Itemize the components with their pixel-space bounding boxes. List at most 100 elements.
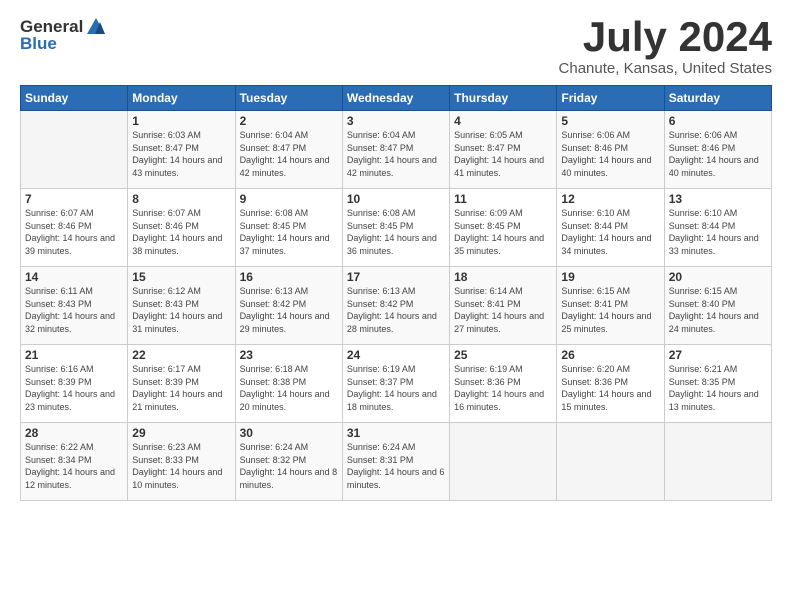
day-info: Sunrise: 6:21 AMSunset: 8:35 PMDaylight:… <box>669 363 767 413</box>
day-number: 13 <box>669 192 767 206</box>
day-number: 12 <box>561 192 659 206</box>
calendar-cell: 17Sunrise: 6:13 AMSunset: 8:42 PMDayligh… <box>342 267 449 345</box>
day-info: Sunrise: 6:18 AMSunset: 8:38 PMDaylight:… <box>240 363 338 413</box>
day-info: Sunrise: 6:07 AMSunset: 8:46 PMDaylight:… <box>25 207 123 257</box>
calendar-cell: 31Sunrise: 6:24 AMSunset: 8:31 PMDayligh… <box>342 423 449 501</box>
calendar-cell: 4Sunrise: 6:05 AMSunset: 8:47 PMDaylight… <box>450 111 557 189</box>
col-wednesday: Wednesday <box>342 86 449 111</box>
calendar-week-3: 14Sunrise: 6:11 AMSunset: 8:43 PMDayligh… <box>21 267 772 345</box>
col-tuesday: Tuesday <box>235 86 342 111</box>
calendar-week-1: 1Sunrise: 6:03 AMSunset: 8:47 PMDaylight… <box>21 111 772 189</box>
day-info: Sunrise: 6:24 AMSunset: 8:31 PMDaylight:… <box>347 441 445 491</box>
day-info: Sunrise: 6:07 AMSunset: 8:46 PMDaylight:… <box>132 207 230 257</box>
day-number: 3 <box>347 114 445 128</box>
calendar-cell: 21Sunrise: 6:16 AMSunset: 8:39 PMDayligh… <box>21 345 128 423</box>
day-info: Sunrise: 6:19 AMSunset: 8:37 PMDaylight:… <box>347 363 445 413</box>
calendar-title: July 2024 <box>559 16 772 58</box>
day-number: 23 <box>240 348 338 362</box>
day-number: 31 <box>347 426 445 440</box>
calendar-cell: 11Sunrise: 6:09 AMSunset: 8:45 PMDayligh… <box>450 189 557 267</box>
calendar-cell: 25Sunrise: 6:19 AMSunset: 8:36 PMDayligh… <box>450 345 557 423</box>
calendar-cell: 15Sunrise: 6:12 AMSunset: 8:43 PMDayligh… <box>128 267 235 345</box>
calendar-cell <box>664 423 771 501</box>
day-info: Sunrise: 6:06 AMSunset: 8:46 PMDaylight:… <box>669 129 767 179</box>
day-info: Sunrise: 6:13 AMSunset: 8:42 PMDaylight:… <box>347 285 445 335</box>
day-number: 16 <box>240 270 338 284</box>
day-info: Sunrise: 6:14 AMSunset: 8:41 PMDaylight:… <box>454 285 552 335</box>
day-info: Sunrise: 6:20 AMSunset: 8:36 PMDaylight:… <box>561 363 659 413</box>
calendar-week-4: 21Sunrise: 6:16 AMSunset: 8:39 PMDayligh… <box>21 345 772 423</box>
calendar-cell <box>557 423 664 501</box>
day-number: 19 <box>561 270 659 284</box>
calendar-cell <box>450 423 557 501</box>
calendar-cell: 24Sunrise: 6:19 AMSunset: 8:37 PMDayligh… <box>342 345 449 423</box>
day-number: 18 <box>454 270 552 284</box>
day-number: 30 <box>240 426 338 440</box>
day-number: 1 <box>132 114 230 128</box>
day-info: Sunrise: 6:04 AMSunset: 8:47 PMDaylight:… <box>240 129 338 179</box>
page: General Blue July 2024 Chanute, Kansas, … <box>0 0 792 612</box>
day-info: Sunrise: 6:15 AMSunset: 8:41 PMDaylight:… <box>561 285 659 335</box>
day-info: Sunrise: 6:16 AMSunset: 8:39 PMDaylight:… <box>25 363 123 413</box>
calendar-cell: 10Sunrise: 6:08 AMSunset: 8:45 PMDayligh… <box>342 189 449 267</box>
calendar-cell: 13Sunrise: 6:10 AMSunset: 8:44 PMDayligh… <box>664 189 771 267</box>
title-section: July 2024 Chanute, Kansas, United States <box>559 16 772 77</box>
day-number: 15 <box>132 270 230 284</box>
day-number: 22 <box>132 348 230 362</box>
day-info: Sunrise: 6:08 AMSunset: 8:45 PMDaylight:… <box>240 207 338 257</box>
logo-icon <box>85 16 107 38</box>
calendar-cell: 6Sunrise: 6:06 AMSunset: 8:46 PMDaylight… <box>664 111 771 189</box>
day-info: Sunrise: 6:22 AMSunset: 8:34 PMDaylight:… <box>25 441 123 491</box>
logo: General Blue <box>20 16 107 54</box>
calendar-cell: 28Sunrise: 6:22 AMSunset: 8:34 PMDayligh… <box>21 423 128 501</box>
col-saturday: Saturday <box>664 86 771 111</box>
day-info: Sunrise: 6:23 AMSunset: 8:33 PMDaylight:… <box>132 441 230 491</box>
calendar-cell: 12Sunrise: 6:10 AMSunset: 8:44 PMDayligh… <box>557 189 664 267</box>
day-info: Sunrise: 6:15 AMSunset: 8:40 PMDaylight:… <box>669 285 767 335</box>
day-info: Sunrise: 6:24 AMSunset: 8:32 PMDaylight:… <box>240 441 338 491</box>
day-info: Sunrise: 6:08 AMSunset: 8:45 PMDaylight:… <box>347 207 445 257</box>
day-info: Sunrise: 6:10 AMSunset: 8:44 PMDaylight:… <box>561 207 659 257</box>
day-number: 17 <box>347 270 445 284</box>
day-info: Sunrise: 6:09 AMSunset: 8:45 PMDaylight:… <box>454 207 552 257</box>
day-number: 11 <box>454 192 552 206</box>
day-number: 14 <box>25 270 123 284</box>
calendar-week-5: 28Sunrise: 6:22 AMSunset: 8:34 PMDayligh… <box>21 423 772 501</box>
calendar-cell: 26Sunrise: 6:20 AMSunset: 8:36 PMDayligh… <box>557 345 664 423</box>
day-number: 8 <box>132 192 230 206</box>
day-number: 28 <box>25 426 123 440</box>
day-number: 4 <box>454 114 552 128</box>
day-info: Sunrise: 6:10 AMSunset: 8:44 PMDaylight:… <box>669 207 767 257</box>
day-number: 29 <box>132 426 230 440</box>
col-friday: Friday <box>557 86 664 111</box>
col-monday: Monday <box>128 86 235 111</box>
day-number: 5 <box>561 114 659 128</box>
day-info: Sunrise: 6:19 AMSunset: 8:36 PMDaylight:… <box>454 363 552 413</box>
calendar-cell: 1Sunrise: 6:03 AMSunset: 8:47 PMDaylight… <box>128 111 235 189</box>
header: General Blue July 2024 Chanute, Kansas, … <box>20 16 772 77</box>
day-info: Sunrise: 6:05 AMSunset: 8:47 PMDaylight:… <box>454 129 552 179</box>
calendar-cell: 20Sunrise: 6:15 AMSunset: 8:40 PMDayligh… <box>664 267 771 345</box>
day-number: 20 <box>669 270 767 284</box>
calendar-cell: 22Sunrise: 6:17 AMSunset: 8:39 PMDayligh… <box>128 345 235 423</box>
day-number: 9 <box>240 192 338 206</box>
calendar-cell: 18Sunrise: 6:14 AMSunset: 8:41 PMDayligh… <box>450 267 557 345</box>
day-number: 24 <box>347 348 445 362</box>
calendar-cell: 27Sunrise: 6:21 AMSunset: 8:35 PMDayligh… <box>664 345 771 423</box>
calendar-cell: 14Sunrise: 6:11 AMSunset: 8:43 PMDayligh… <box>21 267 128 345</box>
day-info: Sunrise: 6:13 AMSunset: 8:42 PMDaylight:… <box>240 285 338 335</box>
day-info: Sunrise: 6:03 AMSunset: 8:47 PMDaylight:… <box>132 129 230 179</box>
day-info: Sunrise: 6:17 AMSunset: 8:39 PMDaylight:… <box>132 363 230 413</box>
col-sunday: Sunday <box>21 86 128 111</box>
calendar-week-2: 7Sunrise: 6:07 AMSunset: 8:46 PMDaylight… <box>21 189 772 267</box>
day-number: 6 <box>669 114 767 128</box>
calendar-cell: 3Sunrise: 6:04 AMSunset: 8:47 PMDaylight… <box>342 111 449 189</box>
calendar-cell <box>21 111 128 189</box>
day-number: 25 <box>454 348 552 362</box>
day-number: 26 <box>561 348 659 362</box>
calendar-table: Sunday Monday Tuesday Wednesday Thursday… <box>20 85 772 501</box>
header-row: Sunday Monday Tuesday Wednesday Thursday… <box>21 86 772 111</box>
col-thursday: Thursday <box>450 86 557 111</box>
calendar-cell: 9Sunrise: 6:08 AMSunset: 8:45 PMDaylight… <box>235 189 342 267</box>
calendar-cell: 2Sunrise: 6:04 AMSunset: 8:47 PMDaylight… <box>235 111 342 189</box>
